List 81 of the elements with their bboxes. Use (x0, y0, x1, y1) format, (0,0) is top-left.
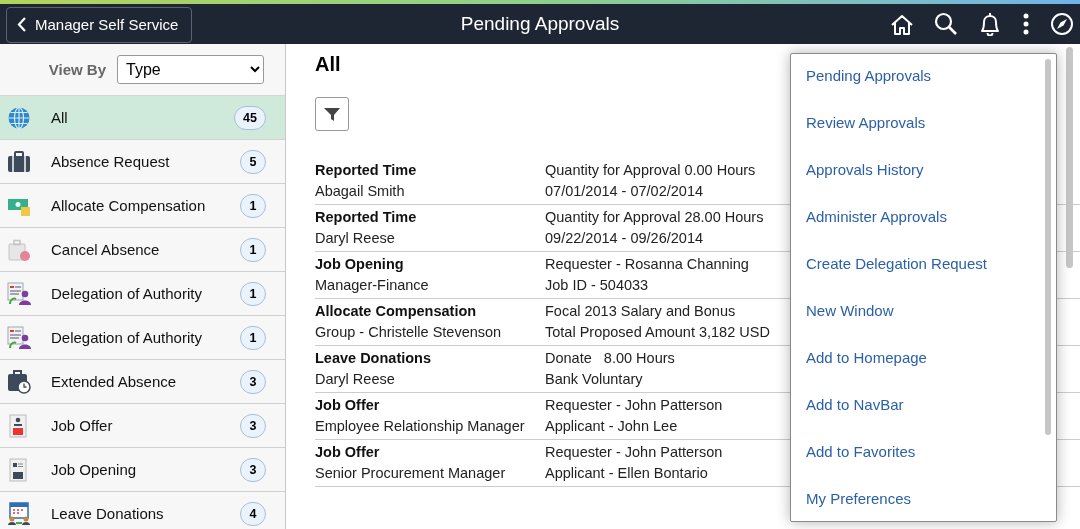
approval-detail: Donate 8.00 Hours (545, 349, 675, 368)
item-label: Job Opening (51, 461, 138, 478)
item-label: Absence Request (51, 153, 171, 170)
menu-item[interactable]: Administer Approvals (806, 207, 947, 227)
item-label: Allocate Compensation (51, 197, 207, 214)
approval-subject: Group - Christelle Stevenson (315, 323, 502, 342)
approval-detail: Requester - John Patterson (545, 443, 723, 462)
approval-detail: Requester - Rosanna Channing (545, 255, 749, 274)
sidebar-item[interactable]: All 45 (0, 96, 285, 140)
approval-detail: Total Proposed Amount 3,182 USD (545, 323, 770, 342)
approval-detail: 07/01/2014 - 07/02/2014 (545, 182, 704, 201)
item-label: Delegation of Authority (51, 285, 203, 302)
item-label: All (51, 109, 69, 126)
approval-detail: Requester - John Patterson (545, 396, 723, 415)
approval-type: Job Opening (315, 255, 404, 274)
search-icon[interactable] (934, 12, 958, 36)
count-badge: 3 (240, 413, 266, 438)
count-badge: 1 (240, 281, 266, 306)
menu-item[interactable]: My Preferences (806, 489, 912, 509)
approval-subject: Manager-Finance (315, 276, 429, 295)
filter-icon (323, 106, 341, 122)
menu-item[interactable]: Create Delegation Request (806, 254, 987, 274)
count-badge: 45 (234, 105, 266, 130)
document-person-icon (7, 325, 31, 350)
bell-icon[interactable] (978, 12, 1002, 36)
count-badge: 1 (240, 237, 266, 262)
scrollbar[interactable] (1045, 59, 1051, 435)
calendar-people-icon (7, 501, 31, 526)
back-button[interactable]: Manager Self Service (6, 6, 193, 43)
approval-detail: Job ID - 504033 (545, 276, 649, 295)
count-badge: 3 (240, 457, 266, 482)
item-label: Job Offer (51, 417, 114, 434)
item-label: Extended Absence (51, 373, 178, 390)
count-badge: 4 (240, 501, 266, 526)
menu-item[interactable]: Add to NavBar (806, 395, 904, 415)
count-badge: 3 (240, 369, 266, 394)
briefcase-icon (7, 149, 31, 174)
approval-subject: Abagail Smith (315, 182, 405, 201)
approval-type: Reported Time (315, 208, 417, 227)
more-actions-icon[interactable] (1022, 13, 1030, 35)
menu-item[interactable]: Add to Homepage (806, 348, 927, 368)
chevron-left-icon (17, 16, 27, 33)
approval-detail: 09/22/2014 - 09/26/2014 (545, 229, 704, 248)
count-badge: 1 (240, 325, 266, 350)
approval-type: Job Offer (315, 396, 380, 415)
globe-icon (7, 105, 31, 130)
approval-subject: Daryl Reese (315, 370, 395, 389)
approval-subject: Daryl Reese (315, 229, 395, 248)
filter-button[interactable] (315, 97, 349, 131)
scrollbar[interactable] (1066, 47, 1073, 268)
approval-subject: Employee Relationship Manager (315, 417, 525, 436)
approval-detail: Applicant - Ellen Bontario (545, 464, 708, 483)
menu-item[interactable]: Approvals History (806, 160, 924, 180)
menu-item[interactable]: Pending Approvals (806, 66, 932, 86)
page-title: Pending Approvals (460, 13, 620, 34)
approval-type: Job Offer (315, 443, 380, 462)
briefcase-icon (7, 237, 31, 262)
approval-type: Reported Time (315, 161, 417, 180)
approval-detail: Quantity for Approval 0.00 Hours (545, 161, 756, 180)
compass-icon[interactable] (1050, 12, 1074, 36)
view-by-dropdown[interactable]: Type (117, 55, 264, 84)
item-label: Leave Donations (51, 505, 165, 522)
item-label: Cancel Absence (51, 241, 161, 258)
section-heading: All (315, 53, 342, 76)
approval-detail: Quantity for Approval 28.00 Hours (545, 208, 764, 227)
approval-subject: Senior Procurement Manager (315, 464, 506, 483)
approval-type: Leave Donations (315, 349, 432, 368)
approval-type: Allocate Compensation (315, 302, 477, 321)
count-badge: 5 (240, 149, 266, 174)
briefcase-clock-icon (7, 369, 31, 394)
approval-detail: Applicant - John Lee (545, 417, 678, 436)
count-badge: 1 (240, 193, 266, 218)
home-icon[interactable] (890, 12, 914, 36)
approval-detail: Focal 2013 Salary and Bonus (545, 302, 736, 321)
menu-item[interactable]: Review Approvals (806, 113, 926, 133)
view-by-label: View By (48, 61, 106, 78)
item-label: Delegation of Authority (51, 329, 203, 346)
menu-item[interactable]: New Window (806, 301, 894, 321)
menu-item[interactable]: Add to Favorites (806, 442, 916, 462)
document-person-icon (7, 281, 31, 306)
approval-detail: Bank Voluntary (545, 370, 643, 389)
